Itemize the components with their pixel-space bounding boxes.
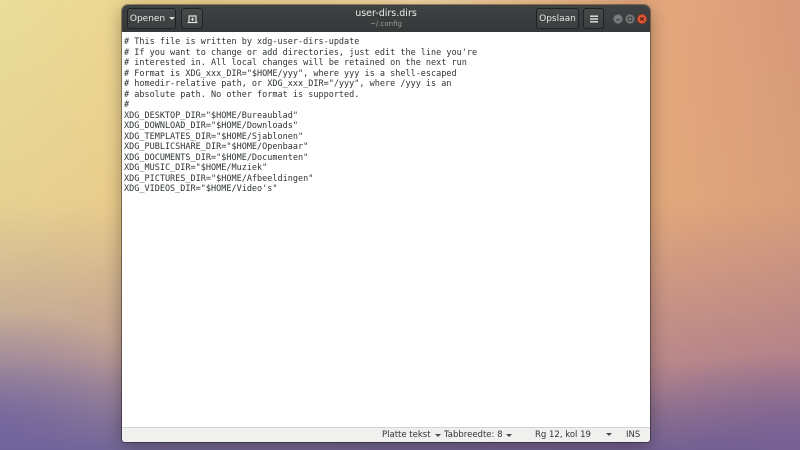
window-title-block: user-dirs.dirs ~/.config (302, 8, 470, 29)
minimize-button[interactable] (613, 14, 623, 24)
chevron-down-icon (434, 433, 441, 437)
code-line: XDG_TEMPLATES_DIR="$HOME/Sjablonen" (124, 131, 304, 142)
text-editor-area[interactable]: # This file is written by xdg-user-dirs-… (122, 32, 650, 427)
minimize-icon (616, 19, 620, 21)
code-line: # This file is written by xdg-user-dirs-… (124, 37, 360, 47)
save-button-label: Opslaan (539, 13, 576, 24)
cursor-position-label: Rg 12, kol 19 (535, 430, 591, 440)
language-label: Platte tekst (382, 430, 431, 440)
document-text: # This file is written by xdg-user-dirs-… (124, 37, 477, 195)
tab-width-label: Tabbreedte: 8 (444, 430, 503, 440)
tab-width-selector[interactable]: Tabbreedte: 8 (444, 430, 513, 440)
maximize-icon (627, 16, 633, 22)
code-line: XDG_VIDEOS_DIR="$HOME/Video's" (124, 184, 278, 194)
hamburger-menu-icon (589, 15, 598, 22)
cursor-position-dropdown[interactable] (602, 430, 612, 436)
status-bar: Platte tekst Tabbreedte: 8 Rg 12, kol 19… (122, 427, 650, 442)
chevron-down-icon (169, 17, 176, 20)
open-button[interactable]: Openen (127, 8, 176, 29)
code-line: XDG_PUBLICSHARE_DIR="$HOME/Openbaar" (124, 142, 309, 152)
window-title: user-dirs.dirs (355, 8, 417, 19)
code-line: XDG_DOCUMENTS_DIR="$HOME/Documenten" (124, 152, 309, 163)
close-icon (639, 16, 645, 22)
code-line: XDG_PICTURES_DIR="$HOME/Afbeeldingen" (124, 173, 314, 184)
code-line: # (124, 100, 130, 110)
chevron-down-icon (606, 433, 612, 436)
maximize-button[interactable] (625, 14, 635, 24)
code-line: # interested in. All local changes will … (124, 58, 467, 68)
chevron-down-icon (506, 433, 513, 437)
code-line: # absolute path. No other format is supp… (124, 89, 360, 100)
open-button-label: Openen (129, 13, 166, 24)
code-line: XDG_DOWNLOAD_DIR="$HOME/Downloads" (124, 121, 298, 131)
code-line: # If you want to change or add directori… (124, 47, 478, 58)
new-document-tab-icon (187, 14, 197, 23)
new-tab-button[interactable] (181, 8, 203, 29)
code-line: XDG_DESKTOP_DIR="$HOME/Bureaublad" (124, 110, 298, 121)
cursor-position[interactable]: Rg 12, kol 19 (535, 430, 591, 440)
close-button[interactable] (637, 14, 647, 24)
code-line: XDG_MUSIC_DIR="$HOME/Muziek" (124, 163, 268, 173)
insert-mode-indicator: INS (626, 430, 640, 440)
language-selector[interactable]: Platte tekst (382, 430, 441, 440)
insert-mode-label: INS (626, 430, 641, 440)
header-bar: Openen user-dirs.dirs ~/.config Opslaan (122, 5, 650, 33)
window-subtitle: ~/.config (370, 20, 402, 28)
save-button[interactable]: Opslaan (536, 8, 579, 29)
code-line: # homedir-relative path, or XDG_xxx_DIR=… (124, 79, 452, 89)
menu-button[interactable] (583, 8, 604, 29)
code-line: # Format is XDG_xxx_DIR="$HOME/yyy", whe… (124, 68, 457, 79)
gedit-window: Openen user-dirs.dirs ~/.config Opslaan (122, 5, 650, 442)
